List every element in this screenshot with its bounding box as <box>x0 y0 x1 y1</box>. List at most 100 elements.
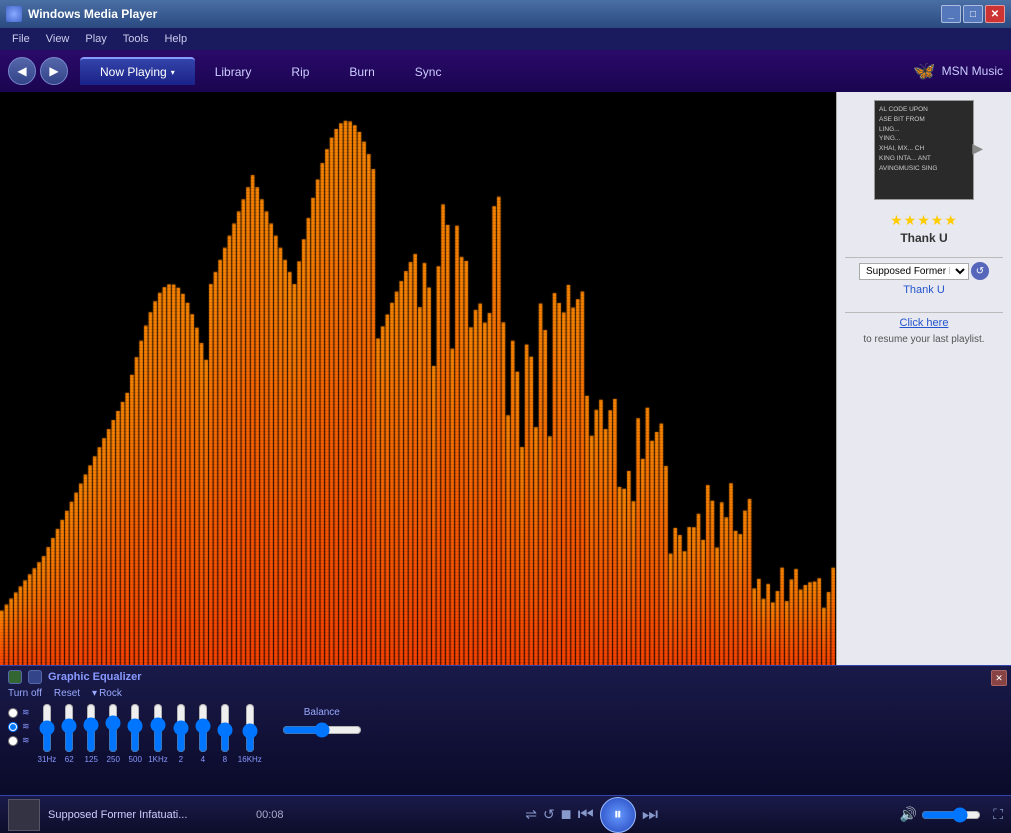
eq-slider-4[interactable] <box>194 703 212 753</box>
next-button[interactable]: ⏭ <box>642 804 658 825</box>
eq-slider-2[interactable] <box>172 703 190 753</box>
balance-label: Balance <box>304 707 340 718</box>
eq-slider-125[interactable] <box>82 703 100 753</box>
volume-slider[interactable] <box>921 807 981 823</box>
app-icon <box>6 6 22 22</box>
eq-slider-16KHz[interactable] <box>241 703 259 753</box>
tab-library[interactable]: Library <box>195 57 272 85</box>
eq-radio-2[interactable]: ≋ <box>8 721 30 732</box>
album-art-inner: AL CODE UPONASE BIT FROMLING...YING...XH… <box>875 101 973 199</box>
eq-icon-btn-1[interactable] <box>8 670 22 684</box>
album-select[interactable]: Supposed Former Inf... <box>859 263 969 280</box>
eq-close-button[interactable]: ✕ <box>991 670 1007 686</box>
eq-reset[interactable]: Reset <box>54 688 80 699</box>
eq-band-2: 2 <box>172 703 190 764</box>
balance-slider[interactable] <box>282 722 362 738</box>
separator-2 <box>845 312 1003 313</box>
separator-1 <box>845 257 1003 258</box>
shuffle-button[interactable]: ⇌ <box>525 806 537 823</box>
eq-radio-group: ≋ ≋ ≋ <box>8 707 30 746</box>
msn-logo[interactable]: 🦋 MSN Music <box>913 61 1003 82</box>
eq-freq-label-250: 250 <box>107 755 120 764</box>
eq-icon-btn-2[interactable] <box>28 670 42 684</box>
sliders-container: 31Hz62 125 250 500 1KHz 2 4 8 16KHz <box>38 703 262 764</box>
eq-slider-8[interactable] <box>216 703 234 753</box>
eq-band-4: 4 <box>194 703 212 764</box>
window-controls: _ □ ✕ <box>941 5 1005 23</box>
status-time: 00:08 <box>256 809 284 821</box>
eq-radio-1[interactable]: ≋ <box>8 707 30 718</box>
eq-radio-3[interactable]: ≋ <box>8 735 30 746</box>
right-panel: AL CODE UPONASE BIT FROMLING...YING...XH… <box>836 92 1011 665</box>
album-selector: Supposed Former Inf... ↺ <box>859 262 989 280</box>
track-title-right: Thank U <box>900 231 947 245</box>
eq-freq-label-31Hz: 31Hz <box>38 755 57 764</box>
nav-bar: ◀ ▶ Now Playing ▾ Library Rip Burn Sync … <box>0 50 1011 92</box>
eq-slider-31Hz[interactable] <box>38 703 56 753</box>
eq-freq-label-8: 8 <box>223 755 227 764</box>
nav-tabs: Now Playing ▾ Library Rip Burn Sync <box>80 57 461 85</box>
eq-freq-label-500: 500 <box>129 755 142 764</box>
eq-slider-1KHz[interactable] <box>149 703 167 753</box>
equalizer: Graphic Equalizer ✕ Turn off Reset ▾ Roc… <box>0 665 1011 795</box>
eq-turn-off[interactable]: Turn off <box>8 688 42 699</box>
eq-freq-label-1KHz: 1KHz <box>148 755 168 764</box>
balance-section: Balance <box>282 707 362 738</box>
tab-sync[interactable]: Sync <box>395 57 462 85</box>
eq-band-8: 8 <box>216 703 234 764</box>
maximize-button[interactable]: □ <box>963 5 983 23</box>
eq-slider-62[interactable] <box>60 703 78 753</box>
playback-controls: ⇌ ↺ ■ ⏮ ⏸ ⏭ <box>525 797 658 833</box>
eq-sliders-area: ≋ ≋ ≋ 31Hz62 125 250 500 1KHz 2 4 8 16KHz Balanc… <box>8 703 1003 764</box>
eq-title-bar: Graphic Equalizer ✕ <box>8 670 1003 684</box>
eq-band-16KHz: 16KHz <box>238 703 262 764</box>
menu-tools[interactable]: Tools <box>115 31 157 47</box>
prev-button[interactable]: ⏮ <box>578 804 594 825</box>
album-art: AL CODE UPONASE BIT FROMLING...YING...XH… <box>874 100 974 200</box>
eq-preset: ▾ Rock <box>92 688 122 699</box>
menu-bar: File View Play Tools Help <box>0 28 1011 50</box>
stop-button[interactable]: ■ <box>561 804 572 825</box>
status-track: Supposed Former Infatuati... <box>48 809 248 821</box>
eq-band-62: 62 <box>60 703 78 764</box>
expand-button[interactable]: ⛶ <box>993 806 1003 823</box>
repeat-playback-button[interactable]: ↺ <box>543 806 555 823</box>
tab-burn[interactable]: Burn <box>329 57 394 85</box>
menu-help[interactable]: Help <box>156 31 195 47</box>
status-thumb <box>8 799 40 831</box>
nav-forward-button[interactable]: ▶ <box>40 57 68 85</box>
eq-preset-label[interactable]: Rock <box>99 688 122 699</box>
eq-band-31Hz: 31Hz <box>38 703 57 764</box>
menu-file[interactable]: File <box>4 31 38 47</box>
volume-icon[interactable]: 🔊 <box>900 806 917 823</box>
menu-play[interactable]: Play <box>77 31 114 47</box>
close-button[interactable]: ✕ <box>985 5 1005 23</box>
play-pause-button[interactable]: ⏸ <box>600 797 636 833</box>
click-here-link[interactable]: Click here <box>900 317 949 329</box>
title-bar: Windows Media Player _ □ ✕ <box>0 0 1011 28</box>
eq-controls: Turn off Reset ▾ Rock <box>8 688 1003 699</box>
eq-band-125: 125 <box>82 703 100 764</box>
eq-freq-label-2: 2 <box>179 755 183 764</box>
panel-arrow[interactable]: ▶ <box>972 140 983 157</box>
msn-butterfly-icon: 🦋 <box>913 61 935 82</box>
volume-section: 🔊 <box>900 806 981 823</box>
repeat-button[interactable]: ↺ <box>971 262 989 280</box>
eq-band-250: 250 <box>104 703 122 764</box>
visualizer <box>0 92 836 665</box>
eq-slider-500[interactable] <box>126 703 144 753</box>
now-playing-dropdown[interactable]: ▾ <box>171 68 175 77</box>
tab-now-playing[interactable]: Now Playing ▾ <box>80 57 195 85</box>
eq-freq-label-125: 125 <box>85 755 98 764</box>
nav-back-button[interactable]: ◀ <box>8 57 36 85</box>
status-bar: Supposed Former Infatuati... 00:08 ⇌ ↺ ■… <box>0 795 1011 833</box>
star-rating[interactable]: ★★★★★ <box>890 212 958 229</box>
resume-text: to resume your last playlist. <box>863 333 984 347</box>
eq-band-1KHz: 1KHz <box>148 703 168 764</box>
menu-view[interactable]: View <box>38 31 78 47</box>
eq-freq-label-16KHz: 16KHz <box>238 755 262 764</box>
minimize-button[interactable]: _ <box>941 5 961 23</box>
app-title: Windows Media Player <box>28 7 941 21</box>
tab-rip[interactable]: Rip <box>271 57 329 85</box>
eq-slider-250[interactable] <box>104 703 122 753</box>
